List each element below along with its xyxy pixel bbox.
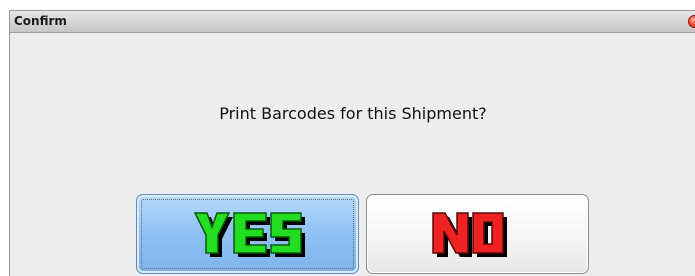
no-button[interactable] xyxy=(366,194,589,274)
yes-button[interactable] xyxy=(136,194,359,274)
close-icon[interactable] xyxy=(688,15,695,28)
yes-label-graphic xyxy=(193,212,305,257)
no-label-graphic xyxy=(432,212,507,257)
dialog-title: Confirm xyxy=(14,14,67,28)
dialog-message: Print Barcodes for this Shipment? xyxy=(219,104,487,123)
confirm-dialog: Confirm Print Barcodes for this Shipment… xyxy=(9,10,695,276)
title-bar: Confirm xyxy=(10,11,695,33)
